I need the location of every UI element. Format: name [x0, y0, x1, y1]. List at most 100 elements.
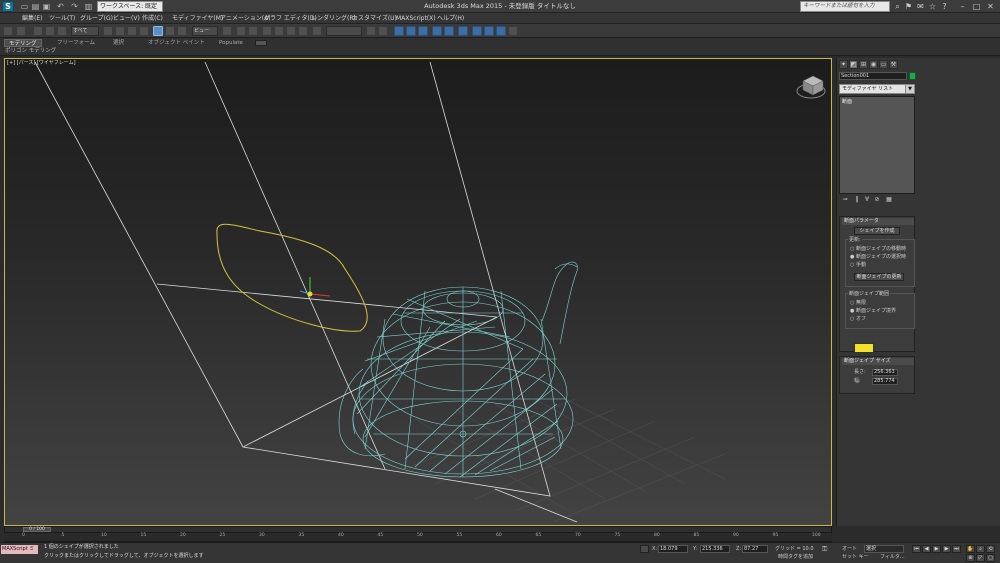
link-icon[interactable]	[33, 26, 43, 36]
save-icon[interactable]: ▣	[42, 2, 51, 11]
maximize-icon[interactable]: □	[972, 2, 981, 11]
graphite-toolset-icon[interactable]	[418, 26, 428, 36]
menu-help[interactable]: ヘルプ(H)	[437, 14, 464, 23]
object-name-field[interactable]: Section001	[839, 72, 907, 80]
redo-icon[interactable]: ↷	[70, 2, 79, 11]
select-manipulate-icon[interactable]	[236, 26, 246, 36]
render-setup-icon[interactable]	[472, 26, 482, 36]
update-section-button[interactable]: 断面ジェイプの更新	[854, 273, 904, 281]
update-on-select-radio[interactable]: 断面ジェイプの選択時	[850, 254, 906, 261]
redo-tool-icon[interactable]	[16, 26, 26, 36]
keyboard-shortcut-override-icon[interactable]	[248, 26, 258, 36]
go-to-end-icon[interactable]: ⏭	[952, 545, 961, 553]
render-iterative-icon[interactable]	[508, 26, 518, 36]
section-boundary-radio[interactable]: 断面ジェイプ境界	[850, 308, 896, 315]
track-bar[interactable]: 0 5 10 15 20 25 30 35 40 45 50 55 60 65 70 75 80 85 90 95 10…	[4, 533, 832, 542]
communication-icon[interactable]: ✉	[916, 2, 925, 11]
ribbon-tab-object-paint[interactable]: オブジェクト ペイント	[144, 39, 209, 47]
create-tab-icon[interactable]: ✦	[839, 60, 848, 69]
width-field[interactable]: 285.774	[872, 378, 898, 385]
select-and-move-icon[interactable]	[153, 26, 163, 36]
orbit-icon[interactable]: ⟲	[986, 545, 995, 553]
viewport-label[interactable]: [+] [パース] [ワイヤフレーム]	[7, 60, 76, 67]
off-radio[interactable]: オフ	[850, 316, 866, 323]
next-frame-icon[interactable]: ▶	[942, 545, 951, 553]
perspective-viewport[interactable]: [+] [パース] [ワイヤフレーム]	[4, 58, 832, 526]
modifier-stack[interactable]: 断面	[839, 96, 915, 194]
chevron-down-icon[interactable]: ▼	[905, 85, 914, 93]
create-shape-button[interactable]: シェイプを作成	[854, 227, 900, 235]
update-on-move-radio[interactable]: 断面ジェイプの移動時	[850, 246, 906, 253]
favorites-icon[interactable]: ☆	[928, 2, 937, 11]
modifier-list-dropdown[interactable]: モディファイヤ リスト	[839, 84, 915, 94]
scene-explorer-icon[interactable]	[394, 26, 404, 36]
set-key-label[interactable]: セット キー	[842, 554, 869, 561]
select-and-rotate-icon[interactable]	[165, 26, 175, 36]
lock-selection-icon[interactable]	[640, 545, 649, 553]
select-by-name-icon[interactable]	[115, 26, 125, 36]
undo-tool-icon[interactable]	[3, 26, 13, 36]
section-size-title[interactable]: 断面ジェイプ サイズ	[842, 358, 914, 365]
zoom-all-icon[interactable]: ⊕	[966, 554, 975, 562]
material-editor-icon[interactable]	[458, 26, 468, 36]
viewcube[interactable]	[796, 75, 826, 99]
menu-modifiers[interactable]: モディファイヤ(M)	[172, 14, 223, 23]
help-icon[interactable]: ?	[940, 2, 949, 11]
minimize-icon[interactable]: –	[958, 2, 967, 11]
stack-item-section[interactable]: 断面	[842, 99, 852, 105]
menu-group[interactable]: グループ(G)	[80, 14, 113, 23]
select-object-icon[interactable]	[103, 26, 113, 36]
open-file-icon[interactable]: ▤	[31, 2, 40, 11]
show-end-result-icon[interactable]: ‖	[853, 196, 861, 204]
bind-space-warp-icon[interactable]	[57, 26, 67, 36]
key-icon[interactable]: ⚿	[822, 546, 832, 553]
menu-edit[interactable]: 編集(E)	[22, 14, 42, 23]
time-slider[interactable]: 0 / 100	[4, 526, 832, 533]
menu-create[interactable]: 作成(C)	[142, 14, 163, 23]
window-crossing-icon[interactable]	[139, 26, 149, 36]
curve-editor-icon[interactable]	[432, 26, 442, 36]
reference-coordinate-dropdown[interactable]: ビュー	[192, 26, 218, 36]
menu-view[interactable]: ビュー(V)	[113, 14, 140, 23]
unlink-icon[interactable]	[45, 26, 55, 36]
ribbon-tab-selection[interactable]: 選択	[109, 39, 128, 47]
ribbon-panel-label[interactable]: ポリゴン モデリング	[5, 47, 56, 55]
go-to-start-icon[interactable]: ⏮	[912, 545, 921, 553]
maximize-viewport-icon[interactable]: ▢	[986, 554, 995, 562]
named-selection-sets-dropdown[interactable]	[326, 26, 362, 36]
snaps-toggle-icon[interactable]	[262, 26, 272, 36]
selected-set-dropdown[interactable]: 選択	[864, 545, 904, 553]
rendered-frame-window-icon[interactable]	[484, 26, 494, 36]
section-color-swatch[interactable]	[854, 343, 874, 353]
infinite-radio[interactable]: 無限	[850, 300, 866, 307]
rollout-title[interactable]: 断面パラメータ	[842, 218, 914, 225]
ribbon-options-icon[interactable]	[255, 40, 267, 46]
ribbon-tab-freeform[interactable]: フリーフォーム	[53, 39, 99, 47]
length-field[interactable]: 256.363	[872, 369, 898, 376]
field-of-view-icon[interactable]: ◸	[976, 554, 985, 562]
viewport-scene[interactable]	[5, 59, 832, 526]
layer-manager-icon[interactable]	[406, 26, 416, 36]
render-production-icon[interactable]	[496, 26, 506, 36]
remove-modifier-icon[interactable]: ⊘	[873, 196, 881, 204]
key-filters-label[interactable]: フィルタ...	[880, 554, 905, 561]
z-coordinate-field[interactable]: 87.27	[742, 545, 768, 553]
schematic-view-icon[interactable]	[444, 26, 454, 36]
object-color-swatch[interactable]	[909, 72, 916, 80]
configure-modifier-sets-icon[interactable]: ▦	[885, 196, 893, 204]
x-coordinate-field[interactable]: 18.079	[658, 545, 688, 553]
menu-tools[interactable]: ツール(T)	[49, 14, 75, 23]
pivot-center-icon[interactable]	[222, 26, 232, 36]
search-input[interactable]: キーワードまたは語句を入力	[800, 1, 890, 12]
play-icon[interactable]: ▶	[932, 545, 941, 553]
utilities-tab-icon[interactable]: ⚒	[889, 60, 898, 69]
section-shape[interactable]	[216, 223, 368, 332]
region-select-icon[interactable]	[127, 26, 137, 36]
previous-frame-icon[interactable]: ◀	[922, 545, 931, 553]
zoom-icon[interactable]: ⌕	[976, 545, 985, 553]
undo-icon[interactable]: ↶	[56, 2, 65, 11]
search-icon[interactable]: ⌕	[893, 2, 902, 11]
workspace-dropdown[interactable]: ワークスペース: 既定値	[97, 1, 163, 19]
close-icon[interactable]: ✕	[986, 2, 995, 11]
app-logo[interactable]: S	[2, 1, 14, 12]
